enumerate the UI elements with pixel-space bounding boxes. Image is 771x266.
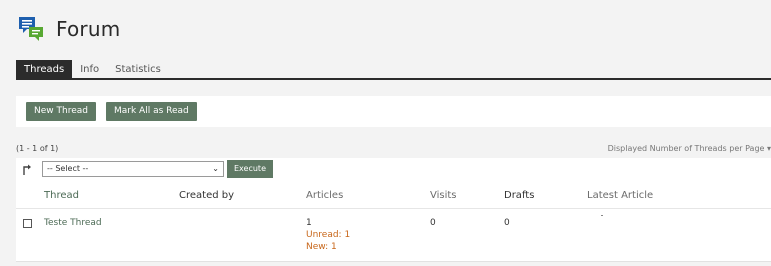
mark-all-read-button[interactable]: Mark All as Read: [106, 102, 197, 121]
bulk-action-select-value: -- Select --: [47, 164, 89, 173]
thread-title-link[interactable]: Teste Thread: [44, 217, 102, 229]
page-header: Forum: [18, 14, 120, 44]
chevron-down-icon: ⌄: [212, 164, 219, 173]
unread-count-link[interactable]: Unread: 1: [306, 229, 350, 241]
forum-page: Forum Threads Info Statistics New Thread…: [0, 0, 771, 266]
articles-count: 1: [306, 218, 312, 228]
result-count: (1 - 1 of 1): [16, 144, 59, 153]
bulk-action-select[interactable]: -- Select -- ⌄: [42, 161, 224, 177]
header-divider: [16, 208, 771, 209]
column-header-latest-article[interactable]: Latest Article: [587, 190, 653, 201]
page-title: Forum: [56, 17, 121, 41]
row-checkbox[interactable]: [23, 219, 32, 228]
thread-visits: 0: [430, 218, 436, 228]
column-header-drafts[interactable]: Drafts: [504, 190, 534, 201]
forum-chat-icon: [18, 16, 46, 42]
execute-button[interactable]: Execute: [227, 160, 273, 178]
tab-underline: [16, 78, 771, 80]
tab-statistics[interactable]: Statistics: [107, 60, 169, 79]
table-bottom-border: [16, 261, 771, 262]
column-header-articles[interactable]: Articles: [306, 190, 343, 201]
latest-article-placeholder: [601, 215, 603, 216]
column-header-visits[interactable]: Visits: [430, 190, 457, 201]
tab-threads[interactable]: Threads: [16, 60, 73, 79]
threads-per-page-dropdown[interactable]: Displayed Number of Threads per Page ▾: [608, 144, 771, 153]
new-count-link[interactable]: New: 1: [306, 241, 350, 253]
tab-bar: Threads Info Statistics: [16, 60, 169, 79]
tab-info[interactable]: Info: [72, 60, 107, 79]
thread-drafts: 0: [504, 218, 510, 228]
column-header-created-by[interactable]: Created by: [179, 190, 234, 201]
threads-table: Thread Created by Articles Visits Drafts…: [16, 180, 771, 262]
new-thread-button[interactable]: New Thread: [26, 102, 96, 121]
bulk-action-arrow-icon: [23, 164, 31, 175]
thread-articles-cell: 1 Unread: 1 New: 1: [306, 217, 350, 253]
column-header-thread[interactable]: Thread: [44, 190, 79, 201]
bulk-action-row: -- Select -- ⌄ Execute: [16, 158, 771, 180]
action-toolbar: New Thread Mark All as Read: [16, 96, 771, 127]
